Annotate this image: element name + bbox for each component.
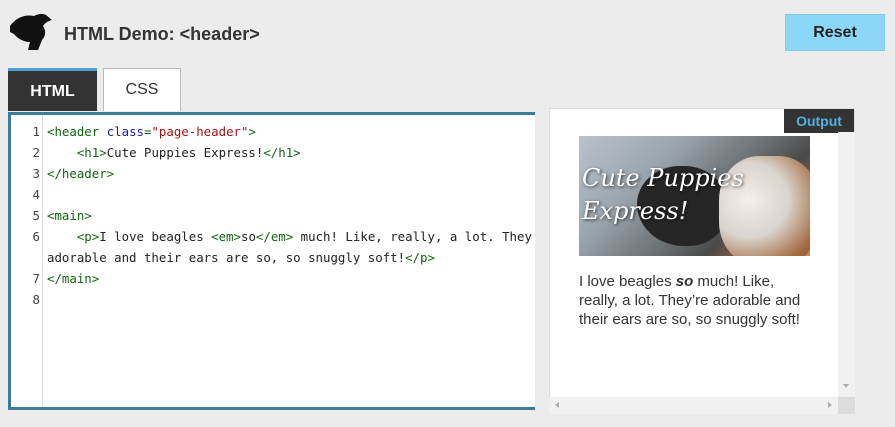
- code-line[interactable]: 6 <p>I love beagles <em>so</em> much! Li…: [11, 226, 535, 247]
- code-token: class: [106, 124, 144, 139]
- code-token: </header>: [47, 166, 115, 181]
- tab-html[interactable]: HTML: [8, 68, 97, 111]
- line-number: 5: [32, 208, 40, 223]
- line-number: 1: [32, 124, 40, 139]
- code-token: I love beagles: [99, 229, 212, 244]
- paragraph-emphasis: so: [675, 273, 694, 290]
- code-token: so: [240, 229, 256, 244]
- code-line[interactable]: 8: [11, 289, 535, 310]
- line-code: <h1>Cute Puppies Express!</h1>: [47, 142, 301, 163]
- code-line[interactable]: 4: [11, 184, 535, 205]
- code-token: <main>: [47, 208, 92, 223]
- code-line[interactable]: 3 </header>: [11, 163, 535, 184]
- code-line[interactable]: 7 </main>: [11, 268, 535, 289]
- code-content[interactable]: 1 <header class="page-header"> 2 <h1>Cute …: [11, 121, 535, 310]
- header-bar: HTML Demo: <header> Reset: [0, 0, 895, 66]
- page: HTML Demo: <header> Reset HTML CSS 1 <hea…: [0, 0, 895, 427]
- line-number: 8: [32, 292, 40, 307]
- scroll-right-arrow-icon[interactable]: [828, 402, 832, 408]
- code-token: <h1>: [76, 145, 107, 160]
- output-paragraph: I love beagles so much! Like, really, a …: [579, 272, 804, 329]
- line-code: adorable and their ears are so, so snugg…: [47, 247, 435, 268]
- dinosaur-head-logo-icon: [10, 13, 52, 51]
- code-line[interactable]: 1 <header class="page-header">: [11, 121, 535, 142]
- tab-css[interactable]: CSS: [103, 68, 181, 111]
- page-title: HTML Demo: <header>: [64, 24, 260, 44]
- output-vertical-scrollbar[interactable]: [838, 132, 855, 398]
- scrollbar-corner: [838, 397, 855, 414]
- code-token: </h1>: [263, 145, 301, 160]
- code-token: </p>: [405, 250, 435, 265]
- scroll-left-arrow-icon[interactable]: [555, 402, 559, 408]
- line-code: </header>: [47, 163, 114, 184]
- code-token: >: [248, 124, 256, 139]
- output-heading: Cute Puppies Express!: [582, 164, 744, 225]
- code-line[interactable]: 2 <h1>Cute Puppies Express!</h1>: [11, 142, 535, 163]
- code-token: </main>: [47, 271, 100, 286]
- reset-button[interactable]: Reset: [785, 14, 885, 51]
- code-token: Cute Puppies Express!: [106, 145, 264, 160]
- code-token: <p>: [76, 229, 100, 244]
- code-token: <header: [47, 124, 107, 139]
- output-label: Output: [784, 109, 854, 133]
- code-token: </em>: [255, 229, 294, 244]
- line-code: <p>I love beagles <em>so</em> much! Like…: [47, 226, 535, 247]
- code-token: adorable and their ears are so, so snugg…: [47, 250, 406, 265]
- code-token: "page-header": [151, 124, 249, 139]
- code-line[interactable]: adorable and their ears are so, so snugg…: [11, 247, 535, 268]
- output-panel: Output Cute Puppies Express! I love beag…: [549, 108, 855, 414]
- code-token: <em>: [211, 229, 241, 244]
- line-number: 7: [32, 271, 40, 286]
- line-code: <main>: [47, 205, 92, 226]
- line-code: <header class="page-header">: [47, 121, 256, 142]
- paragraph-text-start: I love beagles: [579, 273, 676, 290]
- code-editor[interactable]: 1 <header class="page-header"> 2 <h1>Cute …: [8, 112, 535, 410]
- line-number: 2: [32, 145, 40, 160]
- code-line[interactable]: 5 <main>: [11, 205, 535, 226]
- code-token: much! Like, really, a lot. They’ re: [293, 229, 535, 244]
- header-image: Cute Puppies Express!: [579, 136, 810, 256]
- output-horizontal-scrollbar[interactable]: [549, 397, 838, 414]
- scroll-down-arrow-icon[interactable]: [843, 384, 849, 388]
- line-code: </main>: [47, 268, 99, 289]
- line-number: 3: [32, 166, 40, 181]
- line-number: 4: [32, 187, 40, 202]
- line-number: 6: [32, 229, 40, 244]
